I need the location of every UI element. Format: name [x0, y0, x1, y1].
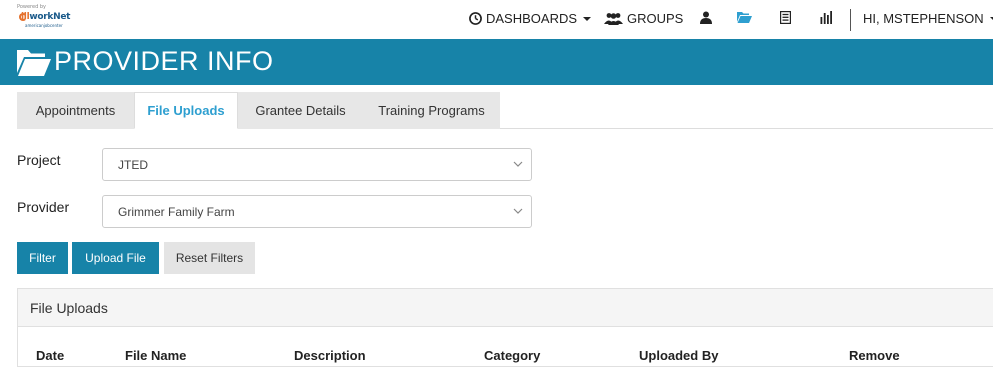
tab-training-programs[interactable]: Training Programs — [363, 92, 500, 129]
page-banner: PROVIDER INFO — [0, 39, 993, 85]
nav-reports[interactable] — [780, 11, 791, 24]
bar-chart-icon — [820, 11, 832, 24]
filter-button[interactable]: Filter — [17, 242, 68, 274]
reset-filters-button[interactable]: Reset Filters — [164, 242, 255, 274]
folder-open-icon — [737, 12, 752, 23]
dashboard-icon — [469, 12, 482, 25]
tab-file-uploads[interactable]: File Uploads — [134, 92, 238, 129]
tab-appointments[interactable]: Appointments — [17, 92, 134, 129]
column-header-description[interactable]: Description — [294, 348, 366, 363]
list-icon — [780, 11, 791, 24]
provider-selected-value: Grimmer Family Farm — [118, 204, 235, 219]
project-selected-value: JTED — [118, 157, 148, 172]
logo-brand: illworkNet — [21, 12, 71, 22]
illinois-worknet-logo[interactable]: Powered by illworkNet americanjobcenter — [17, 4, 70, 34]
page-title: PROVIDER INFO — [54, 46, 274, 76]
tab-grantee-details[interactable]: Grantee Details — [238, 92, 363, 129]
folder-open-icon — [17, 50, 51, 76]
user-greeting-label: HI, MSTEPHENSON — [863, 11, 984, 26]
groups-icon — [604, 13, 623, 25]
column-header-date[interactable]: Date — [36, 348, 64, 363]
nav-groups-label: GROUPS — [627, 11, 684, 26]
chevron-down-icon — [513, 208, 523, 214]
provider-select[interactable]: Grimmer Family Farm — [102, 195, 532, 228]
nav-divider — [850, 9, 851, 31]
project-select[interactable]: JTED — [102, 148, 532, 181]
nav-dashboards-label: DASHBOARDS — [486, 11, 578, 26]
nav-user-profile[interactable] — [700, 11, 712, 24]
nav-dashboards-dropdown[interactable]: DASHBOARDS — [469, 11, 592, 26]
column-header-uploaded-by[interactable]: Uploaded By — [639, 348, 718, 363]
user-icon — [700, 11, 712, 24]
project-label: Project — [17, 152, 61, 168]
provider-label: Provider — [17, 199, 70, 215]
column-header-category[interactable]: Category — [484, 348, 540, 363]
column-header-remove[interactable]: Remove — [849, 348, 900, 363]
column-header-file-name[interactable]: File Name — [125, 348, 186, 363]
upload-file-button[interactable]: Upload File — [72, 242, 159, 274]
tab-bar: Appointments File Uploads Grantee Detail… — [17, 92, 993, 129]
chevron-down-icon — [583, 16, 592, 21]
logo-tagline: americanjobcenter — [25, 23, 63, 28]
nav-analytics[interactable] — [820, 11, 832, 24]
nav-user-menu-dropdown[interactable]: HI, MSTEPHENSON — [863, 11, 993, 26]
file-uploads-panel: File Uploads Date File Name Description … — [17, 288, 993, 367]
logo-powered-by: Powered by — [17, 4, 46, 10]
chevron-down-icon — [513, 161, 523, 167]
top-navbar: Powered by illworkNet americanjobcenter … — [0, 0, 993, 39]
panel-title: File Uploads — [18, 289, 993, 327]
nav-groups[interactable]: GROUPS — [604, 11, 683, 26]
chevron-down-icon — [989, 16, 993, 21]
nav-provider-info[interactable] — [737, 11, 752, 23]
